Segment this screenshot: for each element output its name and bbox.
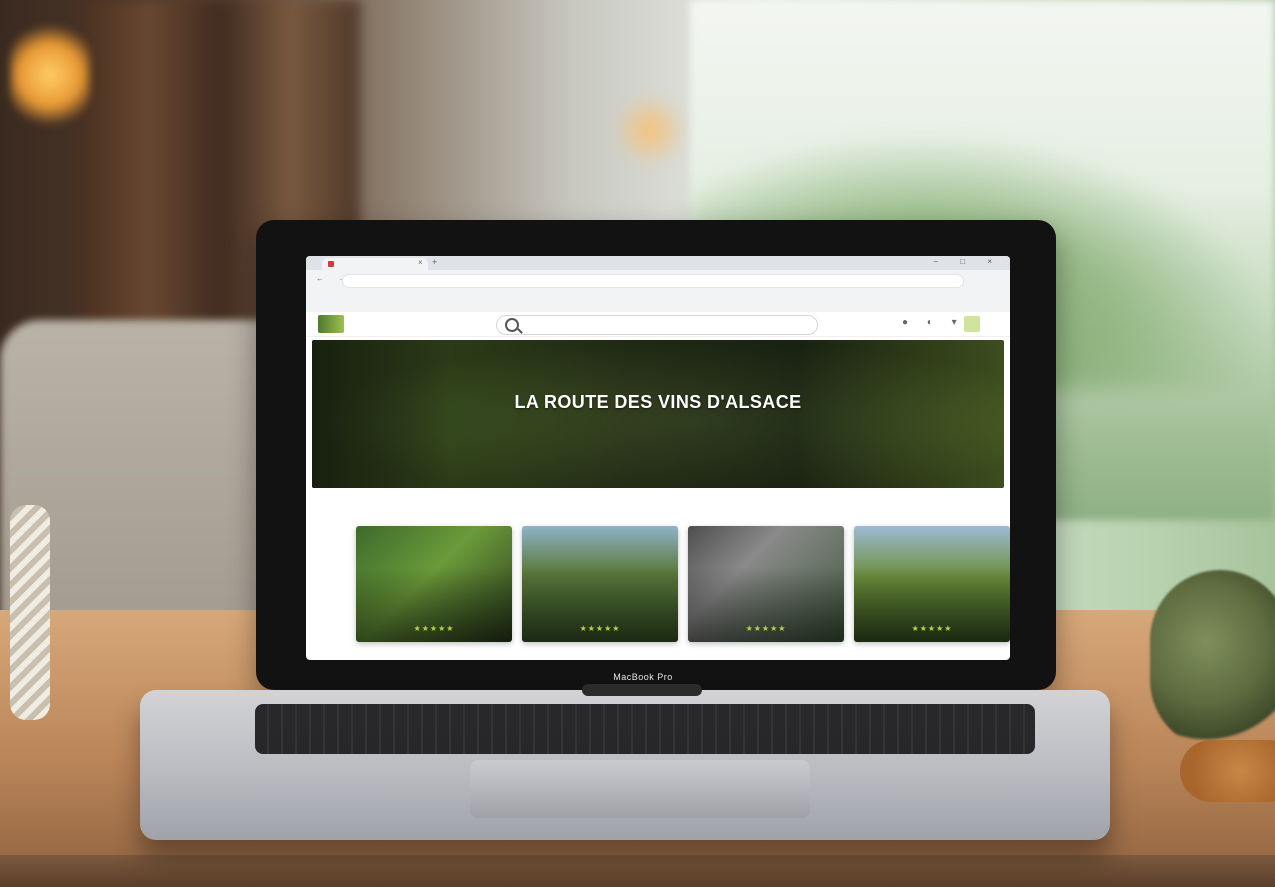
woven-vase — [10, 505, 50, 720]
card-stars: ★★★★★ — [413, 624, 455, 633]
browser-chrome: × + – □ × ← → ⟳ — [306, 256, 1010, 313]
table-edge — [0, 855, 1275, 887]
hero-title: LA ROUTE DES VINS D'ALSACE — [514, 392, 802, 412]
address-bar[interactable] — [342, 274, 964, 288]
card-stars: ★★★★★ — [745, 624, 787, 633]
site-search[interactable] — [496, 315, 818, 335]
card-stars: ★★★★★ — [911, 624, 953, 633]
menu-button[interactable] — [964, 316, 980, 332]
site-header: ● ◐ ▾ — [306, 312, 1010, 337]
laptop-trackpad — [470, 760, 810, 818]
card-stars: ★★★★★ — [579, 624, 621, 633]
card[interactable]: ★★★★★ — [688, 526, 844, 642]
hero-shade — [312, 340, 1004, 488]
lamp-glow — [610, 95, 690, 165]
header-icons[interactable]: ● ◐ ▾ — [902, 317, 965, 328]
favicon-icon — [328, 261, 334, 267]
cards-row: ★★★★★ ★★★★★ ★★★★★ ★★★★★ — [356, 526, 1010, 644]
bookmarks-bar — [312, 290, 1002, 302]
photo-scene: × + – □ × ← → ⟳ — [0, 0, 1275, 887]
search-icon — [505, 318, 519, 332]
hero-banner: LA ROUTE DES VINS D'ALSACE — [312, 340, 1004, 488]
browser-tabbar: × + – □ × — [306, 256, 1010, 270]
lamp-glow — [10, 20, 90, 130]
laptop-keyboard — [255, 704, 1035, 754]
card[interactable]: ★★★★★ — [522, 526, 678, 642]
card[interactable]: ★★★★★ — [854, 526, 1010, 642]
card[interactable]: ★★★★★ — [356, 526, 512, 642]
laptop-brand-text: MacBook Pro — [613, 672, 673, 682]
browser-tab[interactable]: × — [322, 258, 428, 270]
laptop-hinge — [582, 684, 702, 696]
laptop-bezel: × + – □ × ← → ⟳ — [256, 220, 1056, 690]
potted-plant — [1150, 570, 1275, 750]
close-tab-icon[interactable]: × — [418, 258, 423, 267]
laptop: × + – □ × ← → ⟳ — [256, 220, 1056, 700]
window-controls[interactable]: – □ × — [934, 257, 1002, 266]
coaster — [1180, 740, 1275, 802]
new-tab-icon[interactable]: + — [432, 257, 437, 267]
site-logo[interactable] — [318, 315, 344, 333]
laptop-screen: × + – □ × ← → ⟳ — [306, 256, 1010, 660]
